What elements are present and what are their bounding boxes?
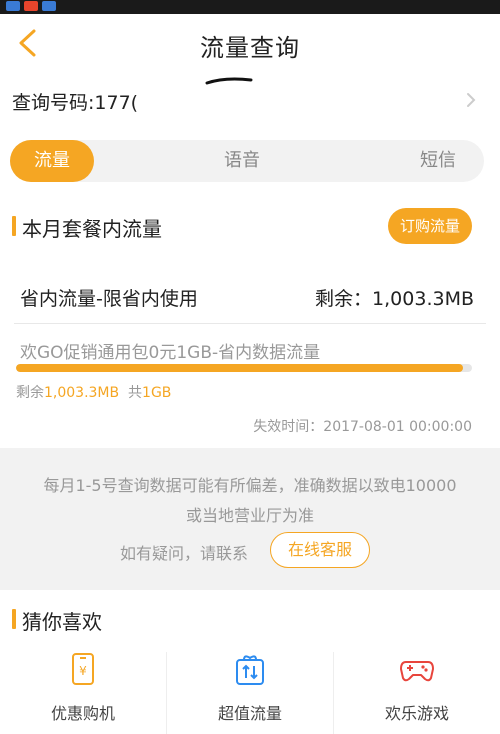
gamepad-icon [400, 661, 434, 682]
tab-sms[interactable]: 短信 [396, 140, 480, 182]
usage-progress-bar [16, 364, 472, 372]
remain-value: 1,003.3MB [44, 385, 120, 401]
recommend-label: 超值流量 [217, 704, 282, 723]
page-title: 流量查询 [200, 34, 300, 62]
notice-contact-text: 如有疑问，请联系 [120, 544, 249, 563]
data-gift-icon [236, 655, 264, 685]
query-number-row[interactable]: 查询号码:177( [0, 74, 500, 130]
status-bar [0, 0, 500, 14]
tab-voice[interactable]: 语音 [200, 140, 284, 182]
notice-line-2: 或当地营业厅为准 [185, 506, 314, 525]
usage-summary: 剩余1,003.3MB 共1GB [16, 382, 171, 402]
recommend-item-data[interactable]: 超值流量 [166, 652, 333, 734]
notice-line-1: 每月1-5号查询数据可能有所偏差，准确数据以致电10000 [43, 476, 457, 495]
nav-bar: 流量查询 [0, 14, 500, 74]
plan-section-title: 本月套餐内流量 [12, 213, 162, 242]
divider [14, 323, 486, 324]
app-status-icon [24, 1, 38, 11]
buy-data-button[interactable]: 订购流量 [388, 208, 472, 244]
expire-time: 失效时间：2017-08-01 00:00:00 [253, 419, 472, 435]
recommend-section-title: 猜你喜欢 [12, 606, 102, 635]
redaction-mark [205, 77, 253, 85]
notice-panel: 每月1-5号查询数据可能有所偏差，准确数据以致电10000 或当地营业厅为准 如… [0, 448, 500, 590]
sub-package-name: 欢GO促销通用包0元1GB-省内数据流量 [20, 343, 321, 363]
recommend-item-games[interactable]: 欢乐游戏 [333, 652, 500, 734]
package-name: 省内流量-限省内使用 [20, 288, 198, 310]
recommend-label: 优惠购机 [50, 704, 115, 723]
recommend-grid: ¥ 优惠购机 超值流量 欢乐游戏 [0, 652, 500, 734]
online-service-button[interactable]: 在线客服 [270, 532, 370, 568]
svg-text:¥: ¥ [79, 664, 87, 678]
query-number-label: 查询号码:177( [12, 92, 139, 114]
chevron-right-icon [467, 93, 476, 107]
package-remaining: 剩余：1,003.3MB [315, 288, 474, 310]
app-status-icon [42, 1, 56, 11]
total-value: 1GB [142, 385, 172, 401]
usage-type-tabs: 流量 语音 短信 [10, 140, 484, 182]
phone-icon: ¥ [72, 653, 94, 685]
tab-data[interactable]: 流量 [10, 140, 94, 182]
recommend-label: 欢乐游戏 [384, 704, 449, 723]
total-prefix: 共 [128, 385, 143, 401]
usage-progress-fill [16, 364, 463, 372]
app-status-icon [6, 1, 20, 11]
recommend-item-phone[interactable]: ¥ 优惠购机 [0, 652, 166, 734]
remain-prefix: 剩余 [16, 385, 44, 401]
